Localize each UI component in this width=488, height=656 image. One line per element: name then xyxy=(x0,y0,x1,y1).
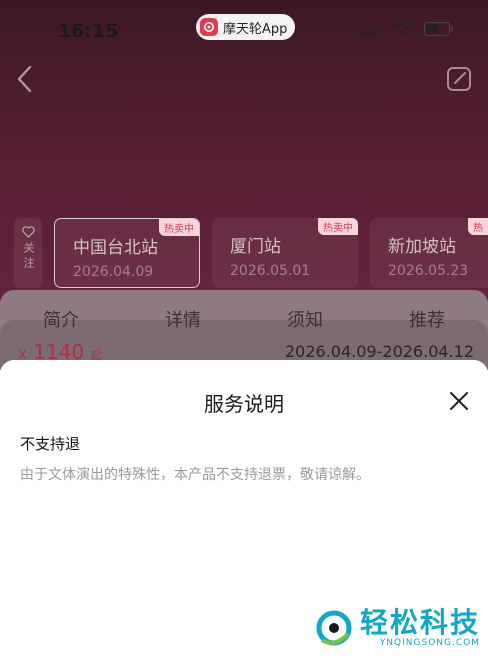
app-pill[interactable]: 摩天轮App xyxy=(196,14,296,40)
tab-intro[interactable]: 简介 xyxy=(0,306,122,332)
city-name: 厦门站 xyxy=(230,237,281,257)
watermark: 轻松科技 YNQINGSONG.COM xyxy=(314,608,480,648)
heart-icon xyxy=(21,226,35,238)
watermark-logo-icon xyxy=(316,610,352,646)
battery-icon xyxy=(424,22,453,36)
date-range: 2026.04.09-2026.04.12 xyxy=(285,342,474,361)
signal-icon xyxy=(362,22,380,36)
status-icons xyxy=(362,22,454,36)
city-card-taipei[interactable]: 热卖中 中国台北站 2026.04.09 xyxy=(54,218,200,288)
city-name: 新加坡站 xyxy=(388,237,456,257)
watermark-text: 轻松科技 xyxy=(359,606,480,639)
hot-badge: 热卖中 xyxy=(159,219,199,236)
close-icon[interactable] xyxy=(448,390,470,412)
tab-notice[interactable]: 须知 xyxy=(244,306,366,332)
follow-label: 关注 xyxy=(22,242,35,272)
share-edit-icon[interactable] xyxy=(446,66,472,92)
hot-badge: 热 xyxy=(468,218,488,235)
app-logo-icon xyxy=(200,18,218,36)
city-name: 中国台北站 xyxy=(73,238,158,258)
status-time: 16:15 xyxy=(58,20,119,42)
tab-recommend[interactable]: 推荐 xyxy=(366,306,488,332)
section-title: 不支持退 xyxy=(20,435,81,453)
city-card-xiamen[interactable]: 热卖中 厦门站 2026.05.01 xyxy=(212,218,358,288)
tab-details[interactable]: 详情 xyxy=(122,306,244,332)
follow-button[interactable]: 关注 xyxy=(14,218,42,288)
section-body: 由于文体演出的特殊性，本产品不支持退票，敬请谅解。 xyxy=(20,467,370,483)
sheet-title: 服务说明 xyxy=(204,392,284,416)
city-card-singapore[interactable]: 热 新加坡站 2026.05.23 xyxy=(370,218,488,288)
watermark-sub: YNQINGSONG.COM xyxy=(379,638,480,648)
back-arrow-icon[interactable] xyxy=(12,64,38,94)
city-date: 2026.05.01 xyxy=(230,263,311,279)
city-date: 2026.04.09 xyxy=(73,264,154,280)
hot-badge: 热卖中 xyxy=(318,218,358,235)
app-pill-label: 摩天轮App xyxy=(223,21,288,37)
tab-bar: 简介 详情 须知 推荐 xyxy=(0,306,488,332)
wifi-icon xyxy=(392,22,412,35)
city-date: 2026.05.23 xyxy=(388,263,469,279)
